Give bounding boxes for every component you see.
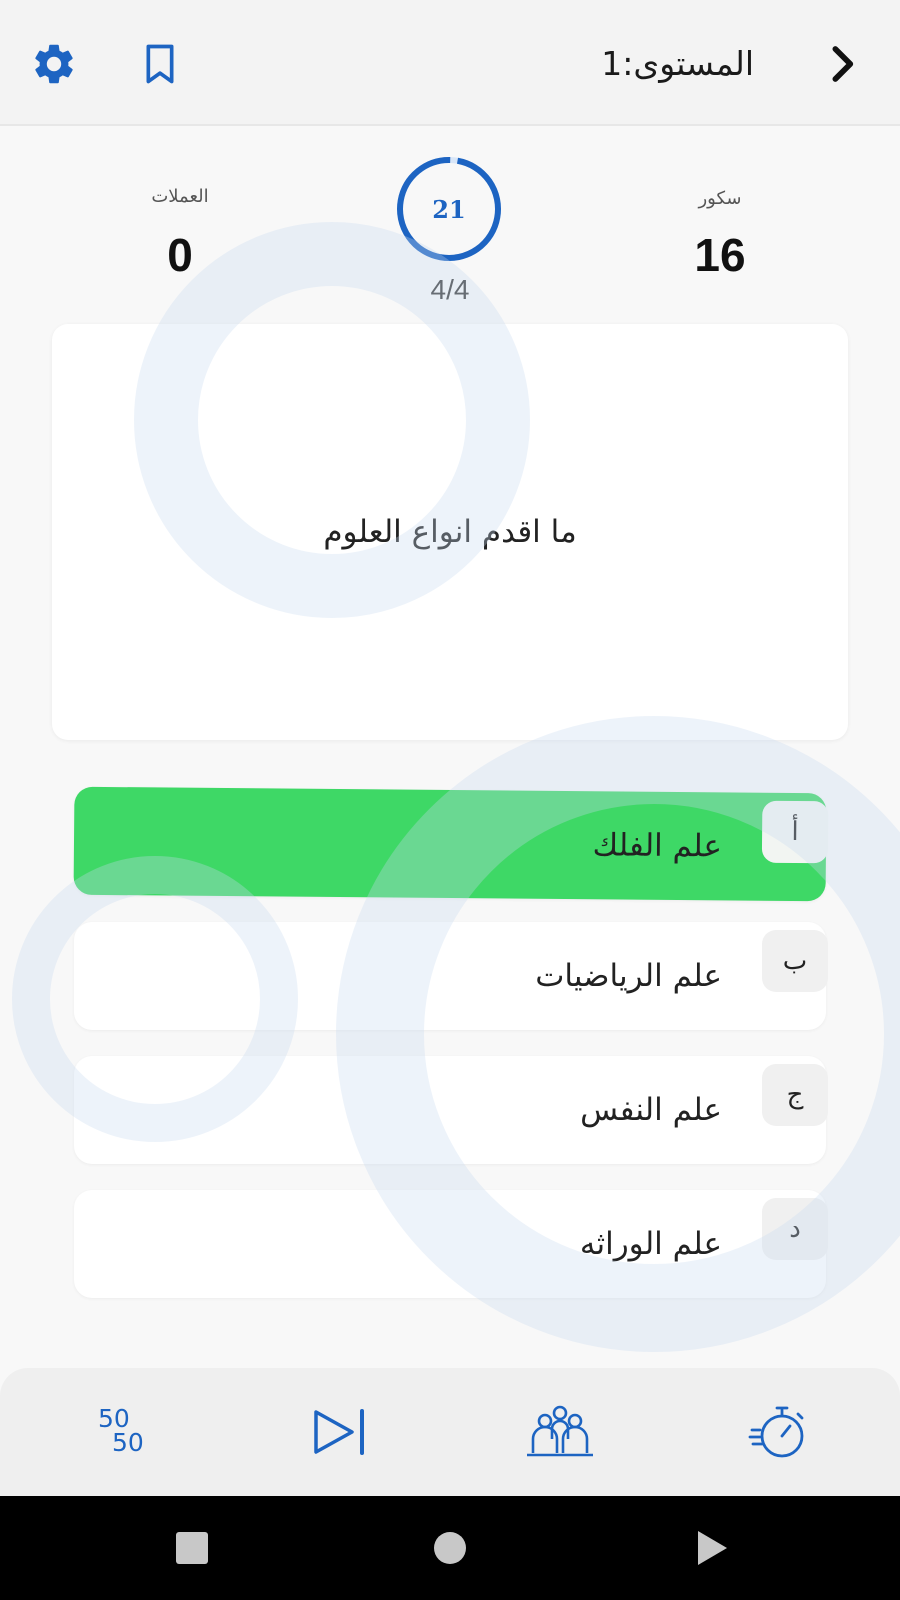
home-button[interactable]: [420, 1518, 480, 1578]
recents-square-icon: [176, 1532, 208, 1564]
quiz-screen: المستوى:1 العملات 0 21 4/4 سكور 16 ما اق…: [0, 0, 900, 1600]
score-label: سكور: [698, 188, 742, 209]
recents-button[interactable]: [162, 1518, 222, 1578]
audience-icon: [527, 1405, 593, 1457]
ask-audience-button[interactable]: [518, 1390, 602, 1474]
fifty-fifty-button[interactable]: 50 50: [82, 1390, 166, 1474]
system-back-button[interactable]: [682, 1518, 742, 1578]
chevron-right-icon: [832, 46, 854, 82]
gear-icon: [35, 44, 73, 84]
coins-label: العملات: [151, 186, 209, 207]
answer-text: علم الفلك: [592, 827, 723, 865]
fifty-fifty-icon: 50 50: [94, 1402, 154, 1462]
answer-letter: ج: [762, 1064, 828, 1126]
back-button[interactable]: [814, 36, 870, 92]
fifty-bottom: 50: [112, 1428, 144, 1457]
extra-time-button[interactable]: [736, 1390, 820, 1474]
answer-option-b[interactable]: علم الرياضيات ب: [74, 922, 828, 1030]
lifelines-bar: 50 50: [0, 1368, 900, 1496]
question-text: ما اقدم انواع العلوم: [323, 514, 577, 550]
timer-value: 21: [432, 194, 466, 224]
answer-option-a[interactable]: علم الفلك أ: [73, 786, 829, 902]
settings-button[interactable]: [26, 36, 82, 92]
back-triangle-icon: [698, 1531, 727, 1565]
system-navigation-bar: [0, 1496, 900, 1600]
answer-text: علم النفس: [580, 1092, 722, 1128]
home-circle-icon: [434, 1532, 466, 1564]
answer-letter: أ: [761, 800, 829, 864]
coins-value: 0: [167, 229, 193, 281]
answer-option-d[interactable]: علم الوراثه د: [74, 1190, 828, 1298]
answer-letter: د: [762, 1198, 828, 1260]
answer-option-c[interactable]: علم النفس ج: [74, 1056, 828, 1164]
bookmark-icon: [146, 44, 174, 84]
skip-question-button[interactable]: [298, 1390, 382, 1474]
skip-next-icon: [314, 1409, 364, 1455]
answer-text: علم الرياضيات: [535, 958, 722, 994]
question-progress: 4/4: [430, 274, 470, 305]
score-value: 16: [694, 229, 746, 281]
question-card: ما اقدم انواع العلوم: [52, 324, 848, 740]
level-title: المستوى:1: [601, 43, 754, 83]
top-bar: المستوى:1: [0, 0, 900, 126]
stopwatch-icon: [748, 1406, 804, 1458]
answer-text: علم الوراثه: [579, 1226, 722, 1262]
countdown-timer: 21: [396, 156, 502, 262]
bookmark-button[interactable]: [132, 36, 188, 92]
answer-letter: ب: [762, 930, 828, 992]
